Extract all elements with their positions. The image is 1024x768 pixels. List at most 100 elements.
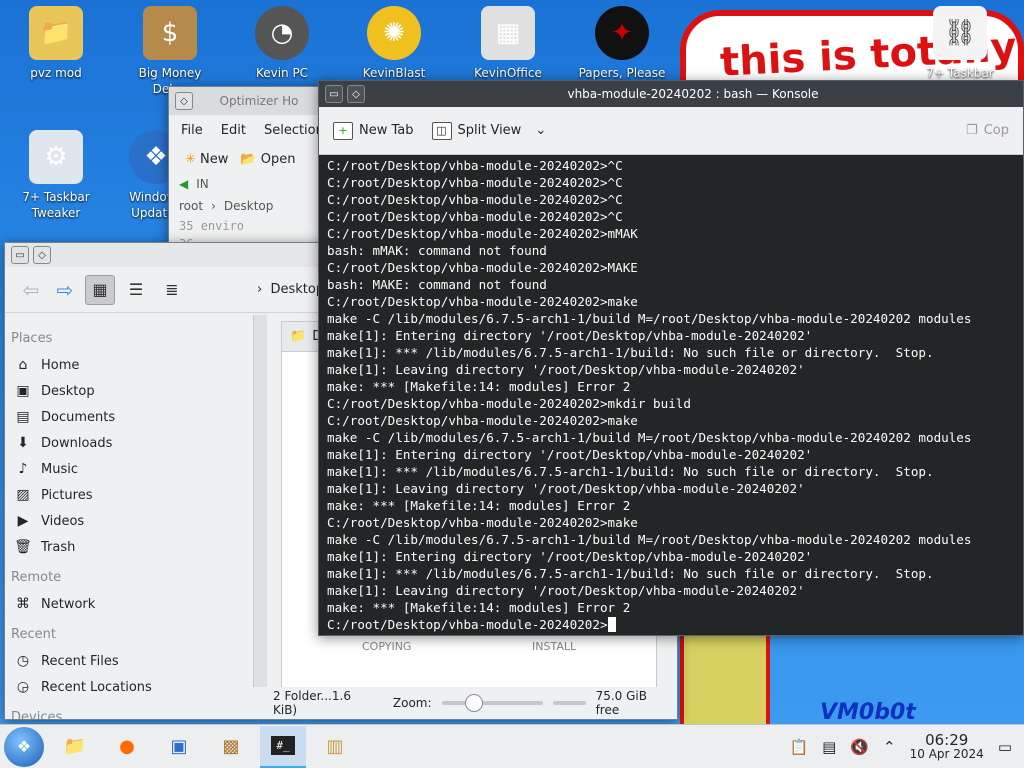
remote-header: Remote: [11, 570, 62, 585]
back-arrow-icon[interactable]: ◀: [179, 177, 188, 191]
konsole-icon: #_: [271, 736, 295, 755]
zoom-slider[interactable]: [441, 694, 543, 712]
places-item-recent-files[interactable]: ◷ Recent Files: [11, 648, 253, 674]
places-item-pictures[interactable]: ▨ Pictures: [11, 482, 253, 508]
desktop-icon-papers-please[interactable]: ✦ Papers, Please: [574, 6, 670, 82]
window-menu-icon[interactable]: ◇: [175, 92, 193, 110]
split-view-button[interactable]: ◫ Split View ⌄: [431, 121, 547, 140]
places-item-downloads[interactable]: ⬇ Downloads: [11, 430, 253, 456]
tab-indicator[interactable]: IN: [196, 177, 209, 191]
clock-date: 10 Apr 2024: [909, 747, 984, 762]
places-panel: Places ⌂ Home ▣ Desktop ▤ Documents ⬇ Downlo…: [5, 315, 253, 719]
window-app-icon[interactable]: ▭: [11, 246, 29, 264]
emblem-icon: ✦: [595, 6, 649, 60]
desktop-icon-kevinblast[interactable]: ✺ KevinBlast: [346, 6, 442, 82]
breadcrumb[interactable]: › Desktop: [257, 282, 324, 297]
text-cursor: [607, 617, 616, 632]
downloads-icon: ⬇: [17, 435, 29, 451]
terminal-line: C:/root/Desktop/vhba-module-20240202>^C: [327, 192, 623, 207]
terminal-line: make[1]: *** /lib/modules/6.7.5-arch1-1/…: [327, 566, 934, 581]
task-file-manager[interactable]: 📁: [52, 726, 98, 768]
start-menu-button[interactable]: ❖: [4, 726, 44, 767]
notes-icon[interactable]: ▤: [822, 738, 836, 756]
zoom-slider-handle[interactable]: [465, 694, 484, 712]
menu-selection[interactable]: Selection: [264, 123, 324, 138]
konsole-titlebar[interactable]: ▭ ◇ vhba-module-20240202 : bash — Konsol…: [319, 81, 1023, 107]
places-item-documents[interactable]: ▤ Documents: [11, 404, 253, 430]
taskbar: ❖ 📁 ● ▣ ▩ #_ ▥ 📋 ▤ 🔇 ⌃ 06:29 10 Apr 2024…: [0, 724, 1024, 768]
chevron-down-icon: ⌄: [535, 123, 547, 138]
home-icon: ⌂: [18, 357, 28, 373]
tweaker-icon: ⚙: [29, 130, 83, 184]
details-view-button[interactable]: ≣: [157, 275, 187, 305]
terminal-line: C:/root/Desktop/vhba-module-20240202>mkd…: [327, 396, 691, 411]
copy-button[interactable]: ❐ Cop: [966, 123, 1009, 138]
pictures-icon: ▨: [16, 487, 30, 503]
music-icon: ♪: [18, 461, 28, 477]
new-tab-icon: +: [333, 121, 353, 140]
office-icon: ▦: [481, 6, 535, 60]
window-menu-icon[interactable]: ◇: [347, 85, 365, 103]
konsole-window[interactable]: ▭ ◇ vhba-module-20240202 : bash — Konsol…: [318, 80, 1024, 636]
menu-edit[interactable]: Edit: [221, 123, 246, 138]
show-desktop-icon[interactable]: ▭: [998, 738, 1012, 756]
terminal-app-icon[interactable]: ▭: [325, 85, 343, 103]
konsole-title: vhba-module-20240202 : bash — Konsole: [567, 87, 819, 101]
chevron-up-icon[interactable]: ⌃: [883, 738, 896, 756]
task-konsole[interactable]: #_: [260, 725, 306, 768]
globe-icon: ✺: [367, 6, 421, 60]
terminal-line: make -C /lib/modules/6.7.5-arch1-1/build…: [327, 532, 972, 547]
forward-arrow-icon[interactable]: ⇨: [51, 278, 79, 302]
file-manager-icon: 📁: [63, 736, 87, 757]
task-paper-bag[interactable]: ▥: [312, 726, 358, 768]
desktop-icon-kevinoffice[interactable]: ▦ KevinOffice: [460, 6, 556, 82]
clock[interactable]: 06:29 10 Apr 2024: [910, 732, 984, 762]
places-item-home[interactable]: ⌂ Home: [11, 352, 253, 378]
terminal-line: make[1]: Entering directory '/root/Deskt…: [327, 549, 813, 564]
optimizer-toolbar: ✳ New 📂 Open: [169, 146, 327, 173]
terminal-line: make[1]: *** /lib/modules/6.7.5-arch1-1/…: [327, 345, 934, 360]
terminal-line: C:/root/Desktop/vhba-module-20240202>^C: [327, 209, 623, 224]
windows-logo-icon: ❖: [16, 737, 32, 756]
new-tab-button[interactable]: + New Tab: [333, 121, 414, 140]
icons-view-button[interactable]: ▦: [85, 274, 115, 305]
terminal-line: make[1]: Entering directory '/root/Deskt…: [327, 447, 813, 462]
open-button[interactable]: 📂 Open: [240, 152, 295, 167]
optimizer-title: Optimizer Ho: [219, 94, 299, 108]
terminal-line: C:/root/Desktop/vhba-module-20240202>mak…: [327, 413, 638, 428]
menu-file[interactable]: File: [181, 123, 203, 138]
free-space-bar: [552, 701, 586, 705]
terminal-prompt[interactable]: C:/root/Desktop/vhba-module-20240202>: [327, 616, 1015, 633]
terminal-line: make: *** [Makefile:14: modules] Error 2: [327, 379, 631, 394]
desktop-icon-kevin-pc[interactable]: ◔ Kevin PC: [234, 6, 330, 82]
task-firefox[interactable]: ●: [104, 726, 150, 768]
terminal-output[interactable]: C:/root/Desktop/vhba-module-20240202>^C C…: [319, 155, 1023, 635]
copy-icon: ❐: [966, 123, 978, 138]
task-system-monitor[interactable]: ▣: [156, 726, 202, 768]
window-menu-icon[interactable]: ◇: [33, 246, 51, 264]
desktop-icon-taskbar-tweaker[interactable]: ⚙ 7+ Taskbar Tweaker: [8, 130, 104, 221]
trash-icon: 🗑: [14, 539, 32, 555]
clipboard-icon[interactable]: 📋: [789, 738, 808, 756]
places-item-desktop[interactable]: ▣ Desktop: [11, 378, 253, 404]
desktop-icon-big-money[interactable]: $ Big Money Delux: [122, 6, 218, 97]
terminal-line: C:/root/Desktop/vhba-module-20240202>MAK…: [327, 260, 638, 275]
recent-header: Recent: [11, 627, 56, 642]
optimizer-titlebar[interactable]: ◇ Optimizer Ho: [169, 87, 327, 115]
volume-muted-icon[interactable]: 🔇: [850, 738, 869, 756]
videos-icon: ▶: [17, 513, 29, 529]
desktop-icon-pvz-mod[interactable]: 📁 pvz mod: [8, 6, 104, 82]
back-arrow-icon[interactable]: ⇦: [17, 278, 45, 302]
places-item-music[interactable]: ♪ Music: [11, 456, 253, 482]
desktop-icon: ▣: [16, 383, 30, 399]
folder-icon: 📁: [290, 329, 307, 344]
terminal-line: make: *** [Makefile:14: modules] Error 2: [327, 600, 631, 615]
places-item-network[interactable]: ⌘ Network: [11, 591, 253, 617]
task-archive[interactable]: ▩: [208, 726, 254, 768]
new-button[interactable]: ✳ New: [185, 152, 228, 167]
terminal-line: C:/root/Desktop/vhba-module-20240202>^C: [327, 175, 623, 190]
places-item-videos[interactable]: ▶ Videos: [11, 508, 253, 534]
places-item-trash[interactable]: 🗑 Trash: [11, 534, 253, 560]
compact-view-button[interactable]: ☰: [121, 275, 151, 305]
places-scrollbar[interactable]: [253, 315, 267, 687]
